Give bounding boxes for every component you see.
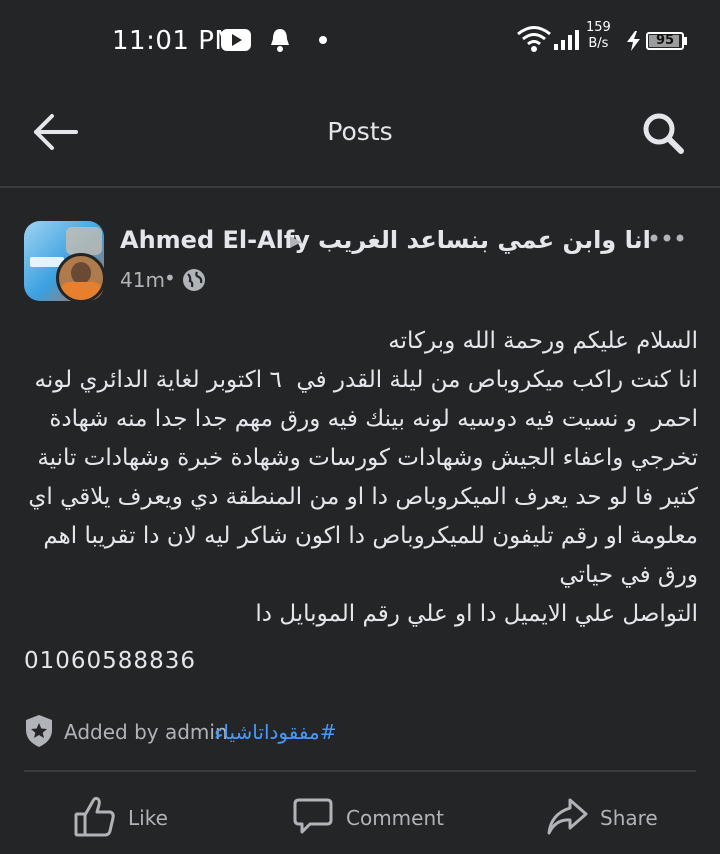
- network-speed: 159 B/s: [586, 20, 611, 52]
- share-button[interactable]: Share: [546, 794, 666, 840]
- search-icon: [643, 113, 684, 154]
- globe-icon: [183, 269, 205, 291]
- battery-tip: [684, 37, 687, 45]
- thumbs-up-icon: [74, 796, 115, 837]
- added-by-text: Added by admin: [64, 720, 228, 744]
- more-options-button[interactable]: [648, 224, 686, 252]
- battery-icon: 95: [646, 32, 684, 50]
- admin-shield-icon: [26, 715, 52, 747]
- battery-level: 95: [655, 33, 675, 48]
- header-divider: [0, 186, 720, 188]
- like-button[interactable]: Like: [74, 794, 184, 840]
- author-name[interactable]: Ahmed El-Alfy: [120, 226, 310, 254]
- search-button[interactable]: [636, 107, 692, 159]
- app-bar: Posts: [0, 95, 720, 175]
- user-avatar: [56, 253, 106, 303]
- network-speed-unit: B/s: [588, 36, 609, 51]
- avatar[interactable]: [24, 221, 106, 303]
- dot-icon: [319, 36, 327, 44]
- more-horizontal-icon: [650, 234, 684, 242]
- meta-separator: •: [164, 266, 176, 290]
- comment-label: Comment: [346, 806, 444, 830]
- youtube-icon: [221, 29, 251, 51]
- hashtag-link[interactable]: #مفقوداتاشياء: [214, 720, 336, 744]
- page-title: Posts: [327, 117, 393, 146]
- comment-icon: [293, 798, 333, 834]
- like-label: Like: [128, 806, 168, 830]
- share-label: Share: [600, 806, 658, 830]
- signal-icon: [554, 30, 579, 50]
- share-icon: [547, 798, 588, 835]
- group-name[interactable]: انا وابن عمي بنساعد الغريب: [318, 226, 651, 254]
- wifi-icon: [517, 26, 551, 52]
- actions-divider: [24, 770, 696, 772]
- phone-number[interactable]: 01060588836: [24, 648, 196, 674]
- post-time[interactable]: 41m: [120, 268, 165, 292]
- caret-right-icon: ▶: [290, 232, 302, 250]
- comment-button[interactable]: Comment: [292, 794, 444, 840]
- status-bar: 11:01 PM 159 B/s 95: [0, 0, 720, 82]
- status-time: 11:01 PM: [112, 26, 238, 56]
- charging-icon: [627, 31, 640, 51]
- network-speed-value: 159: [586, 20, 611, 35]
- notification-bell-icon: [271, 29, 289, 52]
- post-body: السلام عليكم ورحمة الله وبركاته انا كنت …: [28, 328, 698, 627]
